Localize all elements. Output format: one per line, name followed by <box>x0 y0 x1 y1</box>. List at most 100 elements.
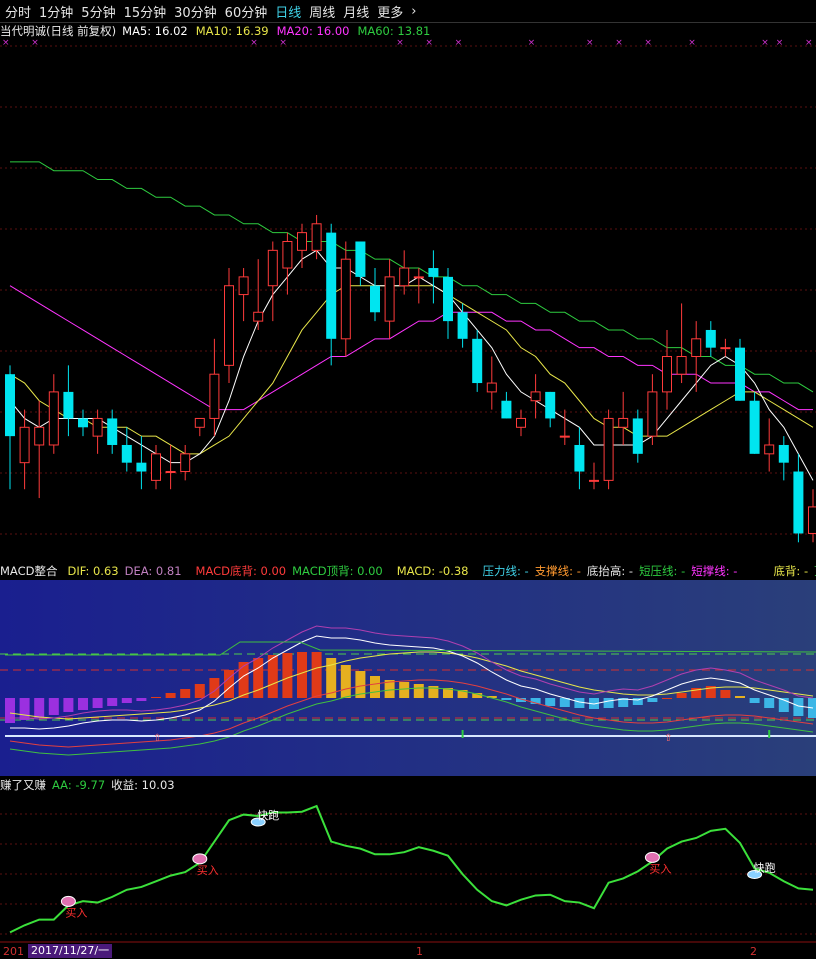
candle <box>793 453 804 543</box>
macd-title: MACD整合 <box>0 564 58 578</box>
candle-body <box>603 417 614 481</box>
macd-bottom-value: MACD底背: 0.00 <box>195 564 287 578</box>
candle <box>676 303 687 384</box>
candle-body <box>34 426 45 446</box>
candle <box>63 365 74 437</box>
candle <box>267 241 278 322</box>
buy-label: 买入 <box>197 864 219 877</box>
tab-7[interactable]: 周线 <box>309 2 335 21</box>
macd-bar <box>399 682 410 698</box>
candle-body <box>413 276 424 279</box>
signal-x-marker: × <box>644 38 652 48</box>
candle-body <box>662 356 672 393</box>
macd-bar <box>647 698 658 702</box>
candle-body <box>486 382 497 393</box>
stock-title: 当代明诚(日线 前复权) <box>0 24 117 38</box>
macd-bar <box>413 684 424 698</box>
tab-2[interactable]: 5分钟 <box>81 2 115 21</box>
candle-body <box>267 249 278 287</box>
candle <box>691 321 702 392</box>
macd-bar <box>311 652 322 698</box>
candle <box>632 409 643 463</box>
macd-bar <box>136 698 147 701</box>
tab-4[interactable]: 30分钟 <box>174 2 217 21</box>
candle-body <box>340 258 351 340</box>
candle <box>443 268 453 339</box>
period-tab-bar: 分时 1分钟 5分钟 15分钟 30分钟 60分钟 日线 周线 月线 更多 › <box>0 0 816 23</box>
macd-bar <box>63 698 74 712</box>
bottom-rise: 底抬高: - <box>586 564 634 578</box>
main-chart-legend: 当代明诚(日线 前复权) MA5: 16.02 MA10: 16.39 MA20… <box>0 23 436 39</box>
candle <box>778 436 789 481</box>
signal-x-marker: × <box>396 38 404 48</box>
aa-line <box>9 804 814 934</box>
tab-0[interactable]: 分时 <box>5 2 31 21</box>
tab-9[interactable]: 更多 <box>377 2 403 21</box>
macd-chart[interactable]: ⇧ ⇧ <box>0 580 816 776</box>
candle <box>399 250 410 295</box>
profit-panel[interactable]: 买入 买入 买入 快跑 快跑 <box>0 794 816 943</box>
candle <box>603 409 614 490</box>
candle-body <box>253 311 264 322</box>
chevron-right-icon[interactable]: › <box>411 4 416 19</box>
macd-top-value: MACD顶背: 0.00 <box>292 564 383 578</box>
candle-body <box>63 391 74 419</box>
macd-bar <box>48 698 59 715</box>
buy-label: 买入 <box>649 862 671 875</box>
candle-body <box>705 329 716 348</box>
macd-bar <box>676 693 687 698</box>
pressure-line: 压力线: - <box>482 564 529 578</box>
profit-chart[interactable]: 买入买入 买入快跑快跑 <box>0 794 816 943</box>
tab-6[interactable]: 日线 <box>275 2 301 21</box>
candle <box>662 329 672 410</box>
macd-bar <box>720 690 731 698</box>
macd-bar <box>297 652 307 698</box>
profit-value: 收益: 10.03 <box>111 778 175 792</box>
candle-body <box>311 223 322 251</box>
macd-bar <box>238 662 249 698</box>
candle-body <box>428 268 439 277</box>
bottom-divergence: 底背: - <box>773 564 809 578</box>
signal-x-marker: × <box>455 38 463 48</box>
signal-x-marker: × <box>425 38 433 48</box>
tab-8[interactable]: 月线 <box>343 2 369 21</box>
macd-bar <box>253 658 264 698</box>
candle-body <box>764 444 775 455</box>
candle-body <box>516 417 526 428</box>
candle-body <box>589 479 599 482</box>
candle-body <box>691 338 702 358</box>
candlestick-chart[interactable]: ×××××××××××××××× <box>0 38 816 560</box>
candle-body <box>384 276 395 322</box>
candle-body <box>224 285 234 366</box>
ma5-value: MA5: 16.02 <box>122 24 188 38</box>
candle <box>589 462 599 490</box>
macd-bar <box>267 655 278 698</box>
macd-bar <box>749 698 760 703</box>
ma10-value: MA10: 16.39 <box>195 24 269 38</box>
profit-legend: 赚了又赚 AA: -9.77 收益: 10.03 <box>0 777 181 793</box>
tab-5[interactable]: 60分钟 <box>225 2 268 21</box>
candle <box>384 259 395 339</box>
candle <box>5 365 15 490</box>
macd-bar <box>107 698 118 706</box>
tab-1[interactable]: 1分钟 <box>39 2 73 21</box>
candle-body <box>618 417 629 428</box>
macd-bar <box>5 698 15 723</box>
up-arrow-icon: ⇧ <box>664 733 672 744</box>
candle-body <box>355 241 366 277</box>
candle-body <box>48 391 59 446</box>
candle <box>808 489 816 543</box>
candle-body <box>209 373 220 419</box>
up-arrow-icon: ⇧ <box>153 733 161 744</box>
candle <box>618 391 629 445</box>
tab-3[interactable]: 15分钟 <box>124 2 167 21</box>
candle-body <box>501 400 512 419</box>
candle-body <box>647 391 658 437</box>
candle-body <box>165 471 176 474</box>
candlestick-chart-panel[interactable]: ×××××××××××××××× <box>0 38 816 560</box>
candle <box>574 427 585 490</box>
candle <box>647 374 658 445</box>
macd-panel[interactable]: ⇧ ⇧ <box>0 580 816 776</box>
candle <box>136 436 147 490</box>
candle-body <box>574 444 585 472</box>
